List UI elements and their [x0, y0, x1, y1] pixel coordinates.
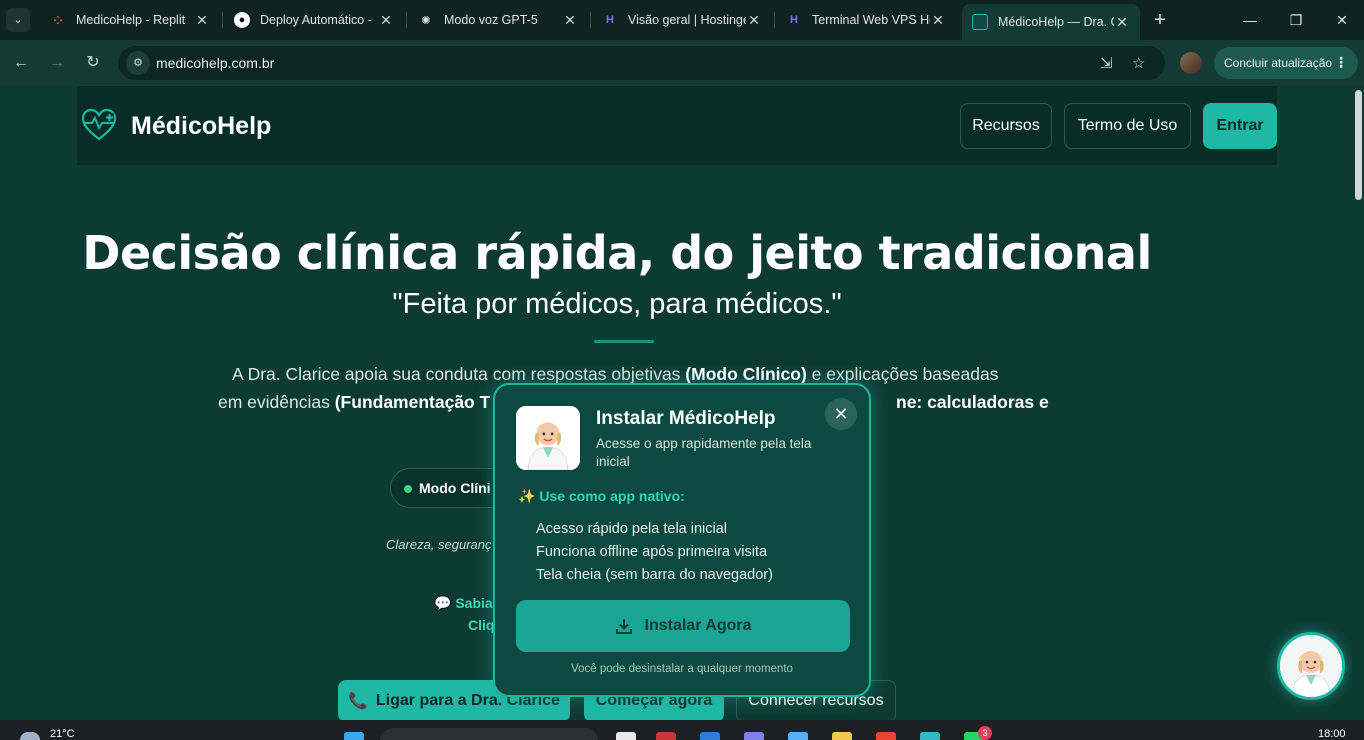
browser-toolbar: ← → ↻ ⚙ medicohelp.com.br ⇲ ☆ Concluir a…	[0, 40, 1364, 86]
back-icon[interactable]: ←	[10, 52, 32, 74]
close-icon[interactable]: ✕	[1114, 14, 1130, 31]
taskbar-app-icon[interactable]	[744, 732, 764, 740]
taskbar-app-icon[interactable]	[700, 732, 720, 740]
taskbar-app-icon[interactable]	[788, 732, 808, 740]
temperature-text[interactable]: 21°C	[50, 728, 75, 740]
feature-item: Funciona offline após primeira visita	[536, 544, 768, 560]
tab-separator	[774, 12, 775, 28]
new-tab-button[interactable]: +	[1150, 8, 1170, 32]
taskbar-app-icon[interactable]	[656, 732, 676, 740]
hero-description-line2: em evidências (Fundamentação T	[218, 392, 491, 412]
dialog-title: Instalar MédicoHelp	[596, 408, 776, 429]
window-close-icon[interactable]: ✕	[1332, 8, 1352, 32]
doctor-avatar-image	[516, 406, 580, 470]
tab-hostinger-overview[interactable]: H Visão geral | Hostinge ✕	[592, 4, 772, 36]
speech-bubble-icon: 💬	[434, 595, 456, 611]
close-icon[interactable]: ✕	[378, 12, 394, 29]
native-app-heading: ✨ Use como app nativo:	[518, 488, 685, 504]
hostinger-icon: H	[606, 14, 614, 26]
install-now-button[interactable]: Instalar Agora	[516, 600, 850, 652]
page-viewport: MédicoHelp Recursos Termo de Uso Entrar …	[0, 86, 1364, 720]
doctor-avatar-icon	[516, 406, 580, 470]
feature-item: Acesso rápido pela tela inicial	[536, 521, 728, 537]
tab-medicohelp[interactable]: MédicoHelp — Dra. C ✕	[962, 4, 1140, 40]
tab-separator	[222, 12, 223, 28]
login-button[interactable]: Entrar	[1203, 103, 1277, 149]
browser-tab-strip: ⌄ ⁘ MedicoHelp - Replit ✕ ● Deploy Autom…	[0, 0, 1364, 40]
tab-separator	[406, 12, 407, 28]
chrome-icon[interactable]	[876, 732, 896, 740]
close-icon[interactable]: ✕	[194, 12, 210, 29]
more-menu-icon[interactable]: ⋮	[1334, 54, 1348, 71]
tip-link[interactable]: Cliq	[468, 617, 494, 633]
taskbar-app-icon[interactable]	[616, 732, 636, 740]
close-icon[interactable]: ✕	[562, 12, 578, 29]
bookmark-star-icon[interactable]: ☆	[1132, 54, 1145, 72]
site-navbar: MédicoHelp Recursos Termo de Uso Entrar	[77, 86, 1277, 165]
brand-name[interactable]: MédicoHelp	[131, 112, 271, 141]
download-icon	[615, 619, 632, 634]
heart-pulse-logo-icon	[81, 108, 117, 141]
close-icon[interactable]: ✕	[746, 12, 762, 29]
install-app-dialog: Instalar MédicoHelp Acesse o app rapidam…	[493, 383, 871, 697]
tagline-text: Clareza, seguranç	[386, 537, 492, 552]
github-icon: ●	[234, 12, 250, 28]
install-app-icon[interactable]: ⇲	[1100, 54, 1113, 72]
weather-icon[interactable]	[20, 732, 40, 740]
hostinger-icon: H	[790, 14, 798, 26]
feature-item: Tela cheia (sem barra do navegador)	[536, 567, 773, 583]
minimize-icon[interactable]: —	[1240, 8, 1260, 32]
restore-icon[interactable]: ❐	[1286, 8, 1306, 32]
site-settings-icon[interactable]: ⚙	[126, 51, 150, 75]
replit-icon: ⁘	[53, 14, 63, 27]
nav-termo-button[interactable]: Termo de Uso	[1064, 103, 1191, 149]
doctor-avatar-icon	[1280, 635, 1342, 697]
os-taskbar: 21°C 3 18:00	[0, 720, 1364, 740]
status-dot	[404, 485, 412, 493]
tab-replit[interactable]: ⁘ MedicoHelp - Replit ✕	[40, 4, 220, 36]
tip-text: 💬 Sabia	[434, 595, 493, 611]
update-button[interactable]: Concluir atualização ⋮	[1214, 47, 1358, 79]
close-icon[interactable]: ✕	[930, 12, 946, 29]
address-bar[interactable]: ⚙ medicohelp.com.br ⇲ ☆	[118, 46, 1165, 80]
profile-avatar[interactable]	[1180, 52, 1202, 74]
url-text[interactable]: medicohelp.com.br	[156, 55, 274, 71]
medicohelp-icon	[972, 14, 988, 30]
hero-divider	[594, 340, 654, 343]
close-icon[interactable]: ✕	[825, 398, 857, 430]
hero-title: Decisão clínica rápida, do jeito tradici…	[82, 226, 1152, 280]
sparkles-icon: ✨	[518, 488, 540, 504]
tab-gpt[interactable]: ✺ Modo voz GPT-5 ✕	[408, 4, 588, 36]
uninstall-note: Você pode desinstalar a qualquer momento	[571, 663, 793, 675]
hero-subtitle: "Feita por médicos, para médicos."	[392, 288, 842, 320]
folder-icon[interactable]	[832, 732, 852, 740]
hero-description-line2-end: ne: calculadoras e	[896, 392, 1049, 412]
dialog-description: Acesse o app rapidamente pela tela inici…	[596, 436, 812, 469]
tab-separator	[590, 12, 591, 28]
phone-icon: 📞	[347, 693, 368, 710]
doctor-chat-avatar-button[interactable]	[1277, 632, 1345, 700]
windows-start-icon[interactable]	[344, 732, 364, 740]
reload-icon[interactable]: ↻	[82, 52, 104, 74]
page-scrollbar[interactable]	[1352, 86, 1364, 720]
tab-github[interactable]: ● Deploy Automático - ✕	[224, 4, 404, 36]
taskbar-search[interactable]	[380, 728, 598, 740]
openai-icon: ✺	[421, 14, 431, 27]
taskbar-app-icon[interactable]	[920, 732, 940, 740]
scrollbar-thumb[interactable]	[1355, 90, 1362, 200]
tab-search-button[interactable]: ⌄	[6, 8, 30, 32]
hero-description-line1: A Dra. Clarice apoia sua conduta com res…	[232, 364, 999, 384]
tab-hostinger-terminal[interactable]: H Terminal Web VPS Ho ✕	[776, 4, 956, 36]
nav-recursos-button[interactable]: Recursos	[960, 103, 1052, 149]
clock-text[interactable]: 18:00	[1318, 728, 1346, 740]
forward-icon[interactable]: →	[46, 52, 68, 74]
notification-badge: 3	[978, 726, 992, 740]
